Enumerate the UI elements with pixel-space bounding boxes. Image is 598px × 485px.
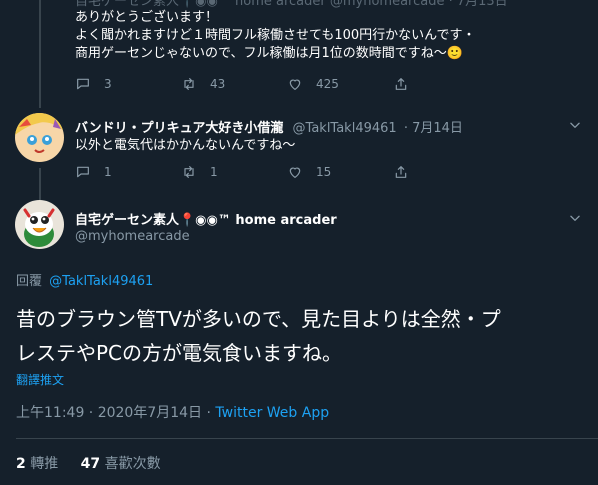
heart-icon [289, 79, 301, 90]
like-label: 喜歡次數 [104, 456, 161, 472]
avatar[interactable] [15, 113, 64, 162]
thread-line-top [39, 0, 41, 108]
reply-icon [77, 78, 89, 90]
divider [16, 438, 598, 439]
reply-label: 回覆 [16, 274, 43, 289]
tweet-2-actions: 1 1 15 [75, 164, 515, 182]
tweet-1-like-count: 425 [316, 77, 339, 91]
source-link[interactable]: Twitter Web App [215, 405, 329, 421]
chevron-down-icon[interactable] [568, 211, 582, 225]
main-text: 昔のブラウン管TVが多いので、見た目よりは全然・プ レステやPCの方が電気食いま… [16, 302, 501, 370]
tweet-1-line-1: ありがとうございます！ [75, 10, 219, 25]
like-count: 47 [80, 456, 101, 472]
tweet-2-reply-button[interactable]: 1 [75, 164, 112, 180]
share-icon [395, 78, 407, 90]
tweet-1-reply-count: 3 [104, 77, 112, 91]
tweet-timestamp[interactable]: 上午11:49 · 2020年7月14日 · [16, 405, 215, 421]
reply-context: 回覆 @TaklTakl49461 [16, 270, 153, 289]
tweet-1-retweet-button[interactable]: 43 [181, 76, 225, 92]
tweet-1-actions: 3 43 425 [75, 76, 515, 94]
main-text-line-2: レステやPCの方が電気食いますね。 [16, 341, 343, 365]
retweet-label: 轉推 [30, 456, 59, 472]
tweet-2-header: バンドリ・プリキュア大好き小借瀧 @TaklTakl49461 · 7月14日 [75, 117, 463, 136]
tweet-2-handle[interactable]: @TaklTakl49461 [293, 121, 397, 136]
share-icon [395, 166, 407, 178]
tweet-2-share-button[interactable] [393, 164, 422, 180]
tweet-2-reply-count: 1 [104, 165, 112, 179]
tweet-1-share-button[interactable] [393, 76, 422, 92]
tweet-1-reply-button[interactable]: 3 [75, 76, 112, 92]
main-text-line-1: 昔のブラウン管TVが多いので、見た目よりは全然・プ [16, 307, 501, 331]
timestamp-row: 上午11:49 · 2020年7月14日 · Twitter Web App [16, 402, 329, 422]
likes-stat[interactable]: 47 喜歡次數 [81, 456, 161, 472]
retweet-icon [184, 78, 194, 90]
stats-row: 2 轉推 47 喜歡次數 [16, 453, 161, 473]
tweet-1-retweet-count: 43 [210, 77, 226, 91]
tweet-2-retweet-button[interactable]: 1 [181, 164, 218, 180]
tweet-1-like-button[interactable]: 425 [287, 76, 339, 92]
retweet-count: 2 [16, 456, 26, 472]
tweet-2-text: 以外と電気代はかかんないんですね～ [75, 138, 296, 153]
tweet-1-line-3: 商用ゲーセンじゃないので、フル稼働は月1位の数時間ですね～🙂 [75, 46, 463, 61]
tweet-2-like-count: 15 [316, 165, 332, 179]
retweets-stat[interactable]: 2 轉推 [16, 456, 63, 472]
tweet-1-text: ありがとうございます！ よく聞かれますけど１時間フル稼働させても100円行かない… [75, 9, 476, 63]
tweet-1-line-2: よく聞かれますけど１時間フル稼働させても100円行かないんです・ [75, 28, 476, 43]
retweet-icon [184, 166, 194, 178]
tweet-2-retweet-count: 1 [210, 165, 218, 179]
main-display-name[interactable]: 自宅ゲーセン素人📍◉◉™ home arcader [75, 209, 337, 228]
chevron-down-icon[interactable] [568, 118, 582, 132]
reply-to-handle[interactable]: @TaklTakl49461 [49, 274, 153, 289]
translate-link[interactable]: 翻譯推文 [16, 371, 64, 388]
thread-line-mid [39, 168, 41, 200]
tweet-2-display-name[interactable]: バンドリ・プリキュア大好き小借瀧 [75, 121, 283, 136]
reply-icon [77, 166, 89, 178]
heart-icon [289, 167, 301, 178]
tweet-1-header: 自宅ゲーセン素人📍◉◉™ home arcader @myhomearcade … [75, 0, 508, 9]
tweet-2-like-button[interactable]: 15 [287, 164, 331, 180]
main-handle[interactable]: @myhomearcade [75, 229, 190, 244]
tweet-2-date[interactable]: · 7月14日 [404, 121, 463, 136]
avatar[interactable] [15, 200, 64, 249]
